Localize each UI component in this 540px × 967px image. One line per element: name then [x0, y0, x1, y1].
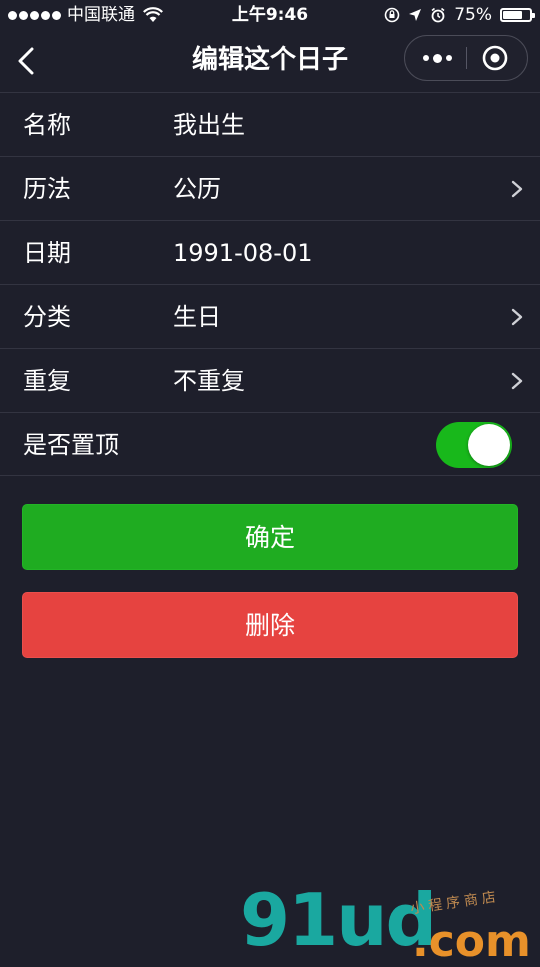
more-button[interactable]: [407, 36, 467, 80]
status-bar: 中国联通 上午9:46 75%: [0, 0, 540, 30]
nav-bar: 编辑这个日子: [0, 30, 540, 92]
date-value[interactable]: 1991-08-01: [173, 221, 312, 285]
repeat-value[interactable]: 不重复: [173, 349, 245, 413]
chevron-right-icon: [511, 372, 523, 390]
date-row[interactable]: 日期 1991-08-01: [0, 220, 540, 284]
status-right: 75%: [384, 0, 535, 30]
location-arrow-icon: [409, 9, 422, 21]
category-value[interactable]: 生日: [173, 285, 221, 349]
status-left: 中国联通: [8, 0, 163, 30]
chevron-right-icon: [511, 180, 523, 198]
category-row[interactable]: 分类 生日: [0, 284, 540, 348]
confirm-button[interactable]: 确定: [22, 504, 518, 570]
pin-label: 是否置顶: [23, 431, 119, 459]
repeat-row[interactable]: 重复 不重复: [0, 348, 540, 412]
name-label: 名称: [23, 111, 71, 139]
name-input[interactable]: 我出生: [173, 93, 245, 157]
carrier-name: 中国联通: [67, 5, 135, 25]
chevron-right-icon: [511, 308, 523, 326]
watermark-domain: .com: [412, 916, 531, 967]
target-circle-icon: [482, 45, 508, 71]
more-dots-icon: [422, 53, 452, 63]
alarm-icon: [431, 7, 445, 23]
repeat-label: 重复: [23, 367, 71, 395]
close-mini-program-button[interactable]: [465, 36, 525, 80]
category-label: 分类: [23, 303, 71, 331]
calendar-type-label: 历法: [23, 175, 71, 203]
battery-fill: [503, 11, 522, 19]
back-button[interactable]: [10, 44, 42, 78]
wifi-icon: [143, 7, 163, 22]
signal-strength-icon: [8, 10, 61, 20]
edit-form: 名称 我出生 历法 公历 日期 1991-08-01 分类 生日 重复 不重复 …: [0, 92, 540, 476]
delete-button[interactable]: 删除: [22, 592, 518, 658]
mini-program-capsule: [404, 35, 528, 81]
calendar-type-value[interactable]: 公历: [173, 157, 221, 221]
pin-row: 是否置顶: [0, 412, 540, 476]
date-label: 日期: [23, 239, 71, 267]
name-row[interactable]: 名称 我出生: [0, 92, 540, 156]
watermark-subtitle: 小程序商店: [409, 888, 501, 918]
calendar-type-row[interactable]: 历法 公历: [0, 156, 540, 220]
pin-toggle-switch[interactable]: [436, 422, 512, 468]
battery-icon: [500, 8, 535, 22]
rotation-lock-icon: [384, 7, 400, 23]
switch-knob: [468, 424, 510, 466]
battery-percent: 75%: [454, 5, 492, 25]
watermark-logo: 91ud .com 小程序商店: [240, 878, 540, 964]
watermark-main: 91ud: [240, 878, 437, 962]
chevron-left-icon: [18, 47, 34, 75]
